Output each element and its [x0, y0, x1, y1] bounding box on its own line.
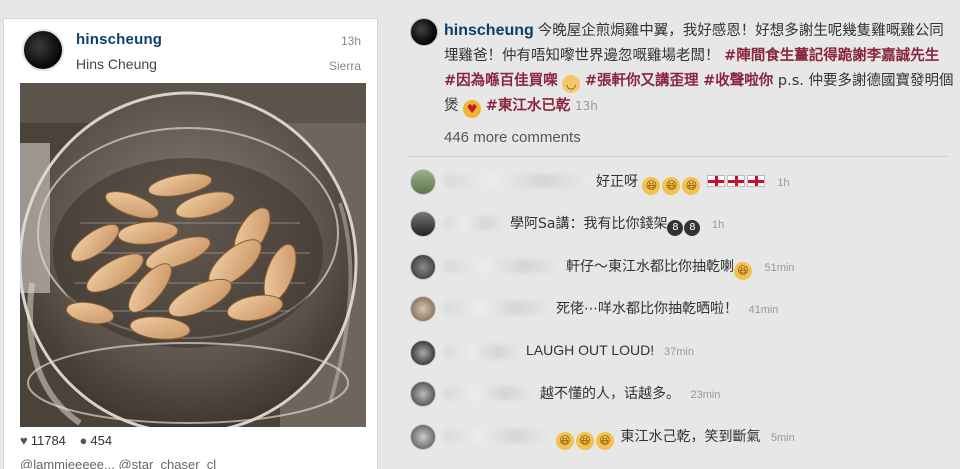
relieved-face-icon: ◡ — [562, 75, 581, 93]
laughing-face-icon: 😆 — [682, 177, 701, 195]
hashtag[interactable]: #東江水已乾 — [486, 98, 571, 114]
hashtag[interactable]: #因為喺百佳買㗎 — [444, 73, 558, 89]
hashtag[interactable]: #收聲啦你 — [703, 73, 773, 89]
redacted-username — [444, 345, 524, 359]
laughing-face-icon: 😆 — [556, 432, 574, 450]
comment-row: LAUGH OUT LOUD! 37min — [410, 336, 950, 370]
avatar[interactable] — [410, 254, 436, 280]
comment-text: 死佬⋯咩水都比你抽乾晒啦！ 41min — [556, 301, 779, 317]
post-time: 13h — [340, 34, 361, 48]
uk-flag-icon — [706, 175, 725, 187]
comments-stat[interactable]: ● 454 — [80, 433, 113, 448]
comment-row: 軒仔～東江水都比你抽乾喇 😆 51min — [410, 250, 950, 284]
comment-time: 37min — [664, 346, 694, 358]
comment-row: 死佬⋯咩水都比你抽乾晒啦！ 41min — [410, 292, 950, 326]
avatar[interactable] — [410, 340, 436, 366]
comment-text: 軒仔～東江水都比你抽乾喇 😆 51min — [566, 256, 794, 280]
laughing-face-icon: 😆 — [596, 432, 614, 450]
comment-time: 41min — [748, 304, 779, 316]
laughing-face-icon: 😆 — [662, 177, 681, 195]
chicken-wings-photo — [20, 83, 366, 427]
post-header: hinscheung Hins Cheung 13h Sierra — [4, 19, 377, 83]
heart-icon: ♥ — [20, 433, 28, 448]
redacted-username — [444, 429, 552, 443]
comment-text: 好正呀 😆 😆 😆 1h — [596, 171, 790, 195]
post-photo[interactable] — [20, 83, 366, 427]
post-username[interactable]: hinscheung — [76, 31, 162, 48]
comment-text: 越不懂的人，话越多。 23min — [540, 386, 721, 402]
avatar[interactable] — [410, 381, 436, 407]
redacted-username — [444, 301, 554, 315]
avatar[interactable] — [410, 211, 436, 237]
heart-eyes-face-icon: ♥ — [463, 100, 482, 118]
hashtag[interactable]: #陣間食生薑記得跪謝李嘉誠先生 — [724, 48, 939, 64]
comment-text: 學阿Sa講：我有比你錢架 8 8 1h — [510, 213, 724, 236]
comment-time: 5min — [770, 432, 795, 444]
comment-time: 51min — [764, 262, 795, 274]
uk-flag-icon — [746, 175, 765, 187]
laughing-face-icon: 😆 — [642, 177, 661, 195]
caption-text: hinscheung 今晚屋企煎焗雞中翼，我好感恩！好想多謝生呢幾隻雞嘅雞公同埋雞… — [444, 18, 954, 119]
redacted-username — [444, 259, 564, 273]
likes-count: 11784 — [30, 433, 66, 448]
sunglasses-face-icon: 8 — [684, 220, 701, 236]
avatar[interactable] — [410, 296, 436, 322]
sunglasses-face-icon: 8 — [667, 220, 684, 236]
caption-username[interactable]: hinscheung — [444, 22, 534, 39]
comment-text: 😆 😆 😆 東江水己乾，笑到斷氣 5min — [556, 426, 795, 450]
comment-row: 學阿Sa講：我有比你錢架 8 8 1h — [410, 207, 950, 241]
comment-text: LAUGH OUT LOUD! 37min — [526, 342, 694, 358]
comment-row: 😆 😆 😆 東江水己乾，笑到斷氣 5min — [410, 420, 950, 454]
post-full-name: Hins Cheung — [76, 56, 157, 72]
redacted-username — [444, 174, 592, 188]
redacted-username — [444, 386, 536, 400]
comment-time: 1h — [777, 177, 790, 189]
post-card: hinscheung Hins Cheung 13h Sierra ♥ 1178… — [3, 18, 378, 469]
laughing-face-icon: 😆 — [734, 262, 752, 280]
comment-time: 1h — [711, 219, 725, 231]
mentions[interactable]: @lammieeeee... @star_chaser_cl — [20, 457, 216, 469]
hashtag[interactable]: #張軒你又講歪理 — [585, 73, 699, 89]
redacted-username — [444, 216, 506, 230]
comment-row: 越不懂的人，话越多。 23min — [410, 377, 950, 411]
post-location[interactable]: Sierra — [329, 59, 361, 73]
avatar[interactable] — [410, 424, 436, 450]
comment-bubble-icon: ● — [79, 433, 88, 448]
avatar[interactable] — [22, 29, 64, 71]
comments-count: 454 — [90, 433, 113, 448]
avatar[interactable] — [410, 169, 436, 195]
likes-stat[interactable]: ♥ 11784 — [20, 433, 66, 448]
uk-flag-icon — [726, 175, 745, 187]
comment-row: 好正呀 😆 😆 😆 1h — [410, 165, 950, 199]
post-stats: ♥ 11784 ● 454 — [20, 433, 122, 448]
caption-avatar[interactable] — [410, 18, 438, 46]
caption-time: 13h — [574, 99, 598, 113]
comment-time: 23min — [690, 389, 721, 401]
laughing-face-icon: 😆 — [576, 432, 594, 450]
divider — [408, 156, 948, 157]
more-comments-link[interactable]: 446 more comments — [444, 129, 581, 146]
